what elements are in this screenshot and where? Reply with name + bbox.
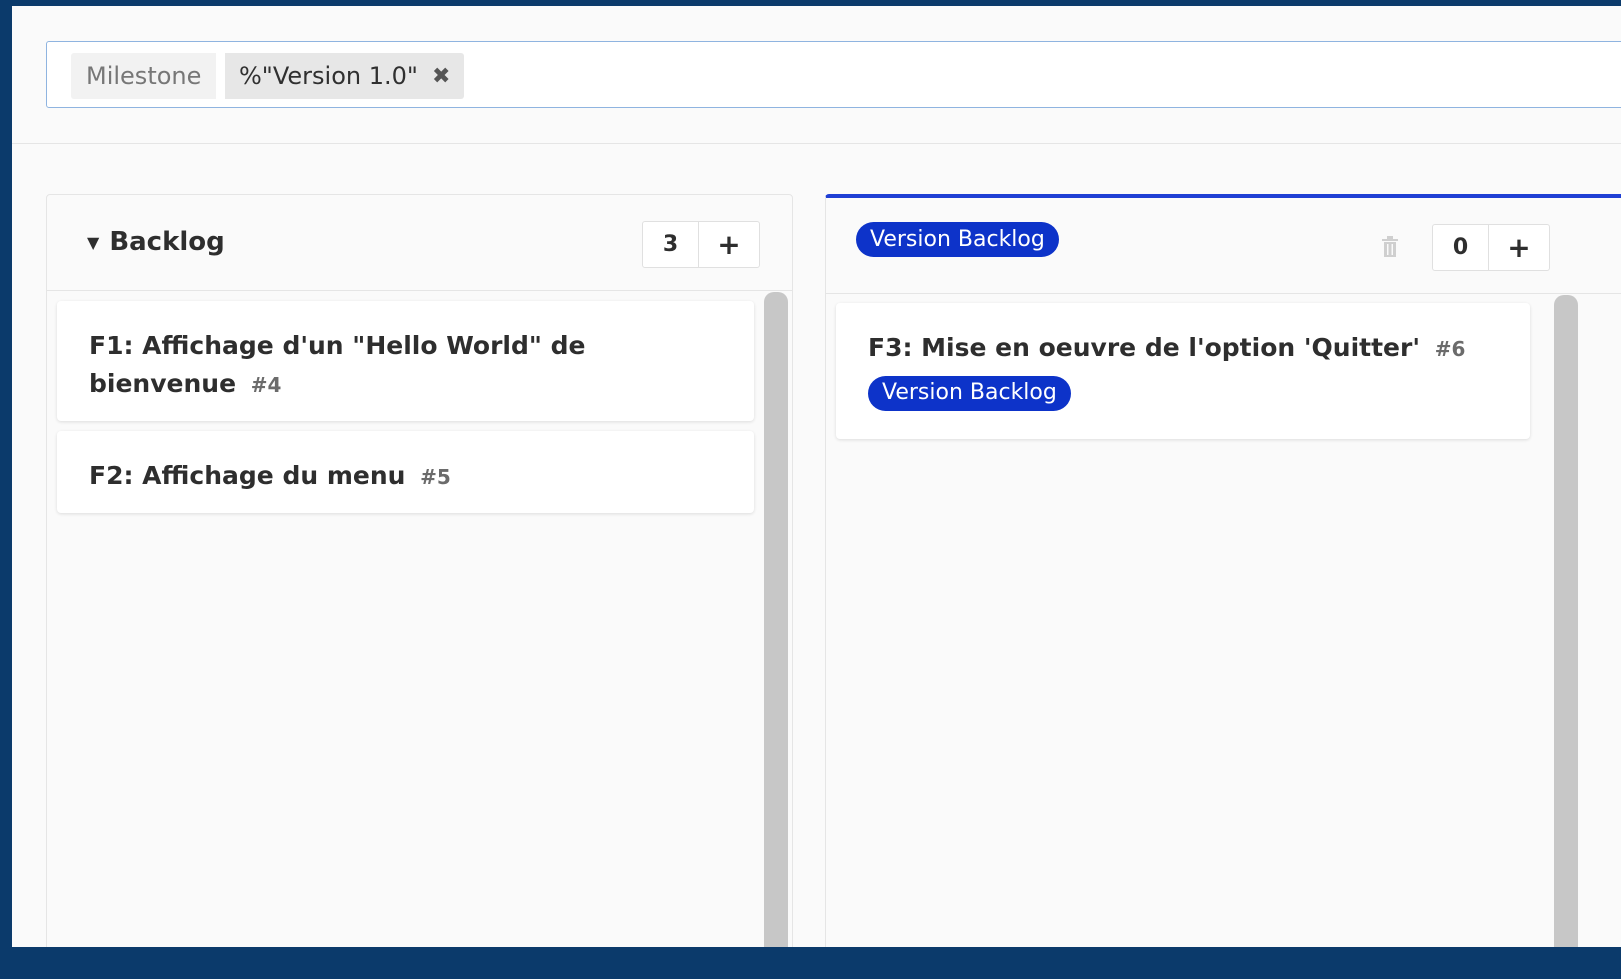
issue-count: 0 xyxy=(1433,225,1489,270)
list-label-pill[interactable]: Version Backlog xyxy=(856,222,1059,257)
filtered-search-input[interactable]: Milestone %"Version 1.0" ✖ xyxy=(46,41,1621,108)
filter-token-name-label: Milestone xyxy=(86,62,202,90)
filter-token-name[interactable]: Milestone xyxy=(71,53,217,99)
issue-card[interactable]: F1: Affichage d'un "Hello World" de bien… xyxy=(57,301,754,421)
issue-title[interactable]: F1: Affichage d'un "Hello World" de bien… xyxy=(89,331,585,398)
issue-number: #4 xyxy=(250,373,282,397)
add-issue-button[interactable]: + xyxy=(699,222,759,267)
issue-count: 3 xyxy=(643,222,699,267)
issue-title[interactable]: F3: Mise en oeuvre de l'option 'Quitter' xyxy=(868,333,1420,362)
list-title[interactable]: ▼ Backlog xyxy=(87,227,225,257)
filter-token-value[interactable]: %"Version 1.0" ✖ xyxy=(225,53,465,99)
issue-card[interactable]: F3: Mise en oeuvre de l'option 'Quitter'… xyxy=(836,303,1530,439)
board-list-version-backlog: Version Backlog 0 + F3: Mise en oeuvre d… xyxy=(825,194,1621,947)
filter-token-value-label: %"Version 1.0" xyxy=(239,62,418,90)
caret-down-icon[interactable]: ▼ xyxy=(87,233,99,252)
issue-label: Version Backlog xyxy=(868,372,1498,411)
issue-number: #5 xyxy=(420,465,451,489)
trash-icon[interactable] xyxy=(1381,236,1399,258)
board-page: Milestone %"Version 1.0" ✖ ▼ Backlog 3 +… xyxy=(12,6,1621,947)
board-list-backlog: ▼ Backlog 3 + F1: Affichage d'un "Hello … xyxy=(46,194,793,947)
issue-title[interactable]: F2: Affichage du menu xyxy=(89,461,405,490)
label-pill[interactable]: Version Backlog xyxy=(868,375,1071,411)
list-counter-group: 3 + xyxy=(642,221,760,268)
filter-area: Milestone %"Version 1.0" ✖ xyxy=(12,6,1621,144)
scrollbar[interactable] xyxy=(1554,295,1578,947)
add-issue-button[interactable]: + xyxy=(1489,225,1549,270)
scrollbar[interactable] xyxy=(764,292,788,947)
list-header: ▼ Backlog 3 + xyxy=(47,195,792,291)
close-icon[interactable]: ✖ xyxy=(432,64,450,89)
issue-number: #6 xyxy=(1434,337,1466,361)
list-counter-group: 0 + xyxy=(1432,224,1550,271)
list-header: Version Backlog 0 + xyxy=(826,198,1621,294)
issue-card[interactable]: F2: Affichage du menu #5 xyxy=(57,431,754,513)
list-title-label: Backlog xyxy=(109,227,225,257)
